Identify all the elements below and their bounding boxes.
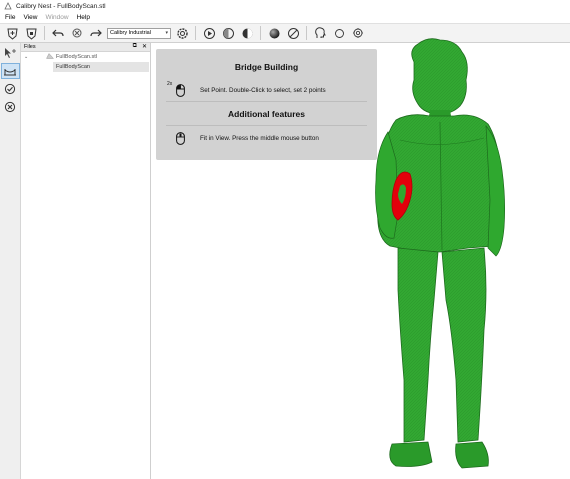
help-text-set-point: Set Point. Double-Click to select, set 2… <box>200 86 326 94</box>
model-right-shoe <box>455 441 489 469</box>
model-head <box>411 38 468 115</box>
help-heading-bridge: Bridge Building <box>234 62 299 72</box>
tool-help-panel: Bridge Building 2x Set Point. Double-Cli… <box>156 49 377 160</box>
mouse-left-click-icon: 2x <box>167 81 186 97</box>
help-divider <box>166 125 367 126</box>
help-heading-additional: Additional features <box>228 109 305 119</box>
help-text-fit-view: Fit in View. Press the middle mouse butt… <box>200 134 319 142</box>
model-body[interactable] <box>375 38 506 469</box>
model-left-shoe <box>389 441 433 467</box>
help-row-set-point: 2x Set Point. Double-Click to select, se… <box>167 81 326 97</box>
model-left-leg <box>397 247 439 443</box>
mouse-middle-click-icon <box>174 131 186 145</box>
help-row-fit-view: Fit in View. Press the middle mouse butt… <box>174 131 319 145</box>
double-click-badge: 2x <box>167 81 173 87</box>
model-right-leg <box>441 247 487 443</box>
help-divider <box>166 101 367 102</box>
